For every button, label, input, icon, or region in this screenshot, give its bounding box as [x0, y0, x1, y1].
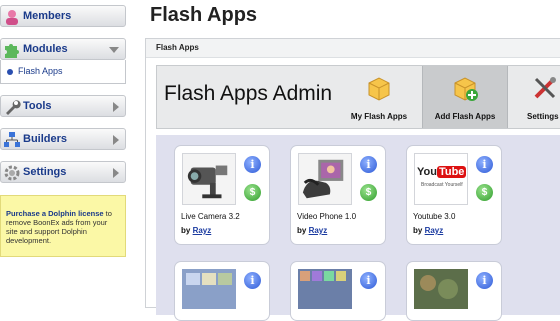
- author-link[interactable]: Rayz: [193, 226, 212, 235]
- puzzle-icon: [5, 44, 19, 58]
- video-phone-thumbnail: [298, 153, 352, 205]
- youtube-logo-word2: Tube: [436, 166, 467, 178]
- sidebar: Members Modules Flash Apps Tools Builder…: [0, 0, 128, 300]
- sidebar-item-label: Settings: [23, 166, 67, 178]
- youtube-logo-word1: You: [417, 166, 437, 178]
- box-icon: [368, 77, 390, 101]
- panel-header: Flash Apps: [146, 39, 560, 58]
- info-icon[interactable]: i: [244, 156, 261, 173]
- tools-icon: [534, 77, 556, 99]
- tab-settings[interactable]: Settings: [507, 66, 560, 128]
- app-by: by Rayz: [297, 226, 328, 235]
- sidebar-item-builders[interactable]: Builders: [0, 128, 126, 150]
- tab-my-flash-apps[interactable]: My Flash Apps: [337, 66, 421, 128]
- sidebar-submenu: Flash Apps: [0, 60, 126, 84]
- youtube-thumbnail: You Tube Broadcast Yourself: [414, 153, 468, 205]
- app-thumbnail: [414, 269, 468, 309]
- submenu-item-flash-apps[interactable]: Flash Apps: [18, 66, 63, 76]
- license-promo-link[interactable]: Purchase a Dolphin license: [6, 209, 104, 218]
- license-promo: Purchase a Dolphin license to remove Boo…: [0, 195, 126, 257]
- app-by: by Rayz: [413, 226, 444, 235]
- sitemap-icon: [4, 132, 20, 147]
- tab-label: Add Flash Apps: [434, 112, 496, 121]
- app-name: Live Camera 3.2: [181, 212, 240, 221]
- gear-icon: [4, 165, 20, 181]
- app-card[interactable]: i: [290, 261, 386, 321]
- info-icon[interactable]: i: [360, 156, 377, 173]
- box-add-icon: [454, 77, 478, 101]
- sidebar-item-modules[interactable]: Modules: [0, 38, 126, 60]
- sidebar-item-tools[interactable]: Tools: [0, 95, 126, 117]
- tab-label: Settings: [527, 112, 559, 121]
- author-link[interactable]: Rayz: [425, 226, 444, 235]
- apps-grid: i $ Live Camera 3.2 by Rayz i $ Video Ph…: [156, 135, 560, 321]
- tab-label: My Flash Apps: [350, 112, 408, 121]
- app-thumbnail: [182, 269, 236, 309]
- sidebar-item-settings[interactable]: Settings: [0, 161, 126, 183]
- sidebar-item-label: Modules: [23, 43, 68, 55]
- sidebar-item-members[interactable]: Members: [0, 5, 126, 27]
- chevron-right-icon[interactable]: [113, 135, 119, 145]
- app-thumbnail: [298, 269, 352, 309]
- youtube-logo-caption: Broadcast Yourself: [421, 182, 463, 188]
- info-icon[interactable]: i: [360, 272, 377, 289]
- info-icon[interactable]: i: [476, 156, 493, 173]
- info-icon[interactable]: i: [476, 272, 493, 289]
- sidebar-item-label: Tools: [23, 100, 52, 112]
- panel-title: Flash Apps: [156, 43, 199, 52]
- users-icon: [6, 10, 18, 25]
- buy-icon[interactable]: $: [476, 184, 493, 201]
- page-title: Flash Apps: [150, 4, 258, 26]
- admin-toolbar: Flash Apps Admin My Flash Apps Add Flash…: [156, 65, 560, 129]
- admin-title: Flash Apps Admin: [164, 82, 333, 105]
- app-card-live-camera[interactable]: i $ Live Camera 3.2 by Rayz: [174, 145, 270, 245]
- app-card-video-phone[interactable]: i $ Video Phone 1.0 by Rayz: [290, 145, 386, 245]
- info-icon[interactable]: i: [244, 272, 261, 289]
- tab-add-flash-apps[interactable]: Add Flash Apps: [422, 66, 508, 128]
- app-card-youtube[interactable]: You Tube Broadcast Yourself i $ Youtube 3…: [406, 145, 502, 245]
- app-card[interactable]: i: [174, 261, 270, 321]
- wrench-icon: [6, 100, 21, 115]
- sidebar-item-label: Members: [23, 10, 72, 22]
- bullet-icon: [7, 69, 13, 75]
- app-name: Youtube 3.0: [413, 212, 456, 221]
- app-card[interactable]: i: [406, 261, 502, 321]
- buy-icon[interactable]: $: [244, 184, 261, 201]
- chevron-right-icon[interactable]: [113, 102, 119, 112]
- author-link[interactable]: Rayz: [309, 226, 328, 235]
- buy-icon[interactable]: $: [360, 184, 377, 201]
- flash-apps-panel: Flash Apps Flash Apps Admin My Flash App…: [145, 38, 560, 321]
- chevron-right-icon[interactable]: [113, 168, 119, 178]
- app-name: Video Phone 1.0: [297, 212, 357, 221]
- camera-thumbnail: [182, 153, 236, 205]
- chevron-down-icon[interactable]: [109, 47, 119, 53]
- sidebar-item-label: Builders: [23, 133, 68, 145]
- app-by: by Rayz: [181, 226, 212, 235]
